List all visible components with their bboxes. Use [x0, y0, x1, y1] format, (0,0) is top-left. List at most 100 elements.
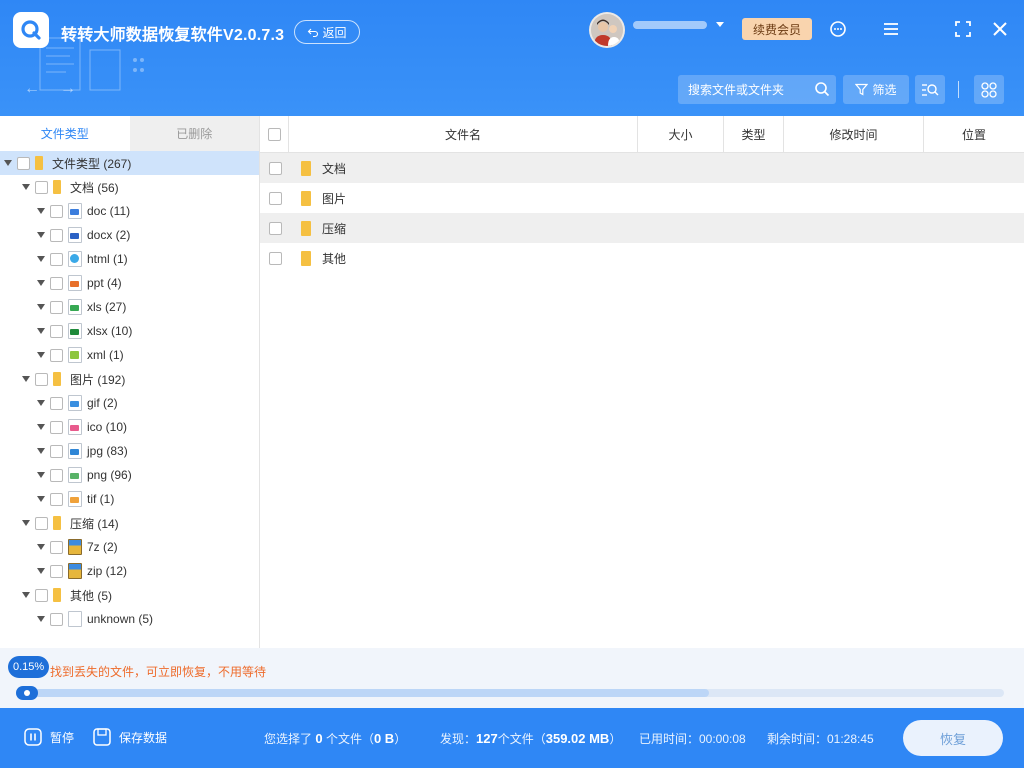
progress-handle[interactable] [16, 686, 38, 700]
tree-node-root[interactable]: 文件类型 (267) [0, 151, 259, 175]
tree-node-gif[interactable]: gif (2) [0, 391, 259, 415]
column-header-size[interactable]: 大小 [638, 116, 724, 153]
grid-view-button[interactable] [974, 75, 1004, 104]
save-data-button[interactable]: 保存数据 [93, 728, 167, 746]
tree-checkbox[interactable] [50, 204, 63, 218]
select-all-checkbox[interactable] [267, 128, 281, 141]
expand-caret-icon[interactable] [37, 496, 45, 502]
tree-node-html[interactable]: html (1) [0, 247, 259, 271]
tree-checkbox[interactable] [50, 276, 63, 290]
tree-node-ppt[interactable]: ppt (4) [0, 271, 259, 295]
expand-caret-icon[interactable] [37, 352, 45, 358]
tif-file-icon [68, 491, 82, 507]
table-row[interactable]: 其他 [260, 243, 1024, 273]
expand-caret-icon[interactable] [37, 208, 45, 214]
save-data-label: 保存数据 [119, 730, 168, 745]
filter-button[interactable]: 筛选 [843, 75, 909, 104]
tree-node-documents[interactable]: 文档 (56) [0, 175, 259, 199]
username-masked[interactable] [633, 21, 707, 29]
tab-file-type[interactable]: 文件类型 [0, 116, 130, 151]
tree-checkbox[interactable] [50, 300, 63, 314]
tree-checkbox[interactable] [50, 252, 63, 266]
tree-checkbox[interactable] [50, 420, 63, 434]
row-checkbox[interactable] [269, 161, 282, 175]
expand-caret-icon[interactable] [37, 304, 45, 310]
tree-node-ico[interactable]: ico (10) [0, 415, 259, 439]
pause-button[interactable]: 暂停 [24, 728, 74, 746]
tree-checkbox[interactable] [50, 540, 63, 554]
expand-caret-icon[interactable] [37, 400, 45, 406]
doc-file-icon [68, 203, 82, 219]
tree-checkbox[interactable] [50, 468, 63, 482]
table-row[interactable]: 压缩 [260, 213, 1024, 243]
tree-node-zip[interactable]: zip (12) [0, 559, 259, 583]
tree-node-jpg[interactable]: jpg (83) [0, 439, 259, 463]
menu-icon[interactable] [880, 18, 902, 40]
column-header-name[interactable]: 文件名 [289, 116, 638, 153]
tree-node-archives[interactable]: 压缩 (14) [0, 511, 259, 535]
expand-caret-icon[interactable] [37, 472, 45, 478]
expand-caret-icon[interactable] [37, 256, 45, 262]
renew-vip-button[interactable]: 续费会员 [742, 18, 812, 40]
tree-checkbox[interactable] [35, 180, 48, 194]
expand-caret-icon[interactable] [37, 280, 45, 286]
tree-checkbox[interactable] [50, 348, 63, 362]
search-input[interactable] [688, 82, 808, 97]
expand-caret-icon[interactable] [22, 592, 30, 598]
support-icon[interactable] [827, 18, 849, 40]
tree-node-doc[interactable]: doc (11) [0, 199, 259, 223]
column-header-type[interactable]: 类型 [724, 116, 784, 153]
tree-node-7z[interactable]: 7z (2) [0, 535, 259, 559]
row-checkbox[interactable] [269, 191, 282, 205]
expand-caret-icon[interactable] [37, 544, 45, 550]
preview-search-button[interactable] [915, 75, 945, 104]
expand-caret-icon[interactable] [37, 448, 45, 454]
avatar[interactable] [589, 12, 625, 48]
tree-node-xml[interactable]: xml (1) [0, 343, 259, 367]
tree-checkbox[interactable] [50, 492, 63, 506]
tab-deleted[interactable]: 已删除 [129, 116, 259, 151]
expand-caret-icon[interactable] [37, 568, 45, 574]
expand-caret-icon[interactable] [22, 520, 30, 526]
expand-caret-icon[interactable] [37, 616, 45, 622]
expand-caret-icon[interactable] [22, 376, 30, 382]
tree-checkbox[interactable] [50, 396, 63, 410]
column-header-location[interactable]: 位置 [924, 116, 1024, 153]
expand-caret-icon[interactable] [37, 328, 45, 334]
tree-node-xls[interactable]: xls (27) [0, 295, 259, 319]
expand-caret-icon[interactable] [22, 184, 30, 190]
tree-checkbox[interactable] [17, 156, 30, 170]
expand-caret-icon[interactable] [37, 232, 45, 238]
tree-node-images[interactable]: 图片 (192) [0, 367, 259, 391]
tree-node-others[interactable]: 其他 (5) [0, 583, 259, 607]
nav-forward-arrow-icon[interactable]: → [60, 80, 76, 98]
tree-node-xlsx[interactable]: xlsx (10) [0, 319, 259, 343]
restore-button[interactable]: 恢复 [903, 720, 1003, 756]
tree-checkbox[interactable] [50, 228, 63, 242]
row-checkbox[interactable] [269, 221, 282, 235]
tree-checkbox[interactable] [35, 372, 48, 386]
tree-node-tif[interactable]: tif (1) [0, 487, 259, 511]
row-checkbox[interactable] [269, 251, 282, 265]
tree-checkbox[interactable] [50, 444, 63, 458]
expand-caret-icon[interactable] [4, 160, 12, 166]
table-row[interactable]: 图片 [260, 183, 1024, 213]
column-header-modified[interactable]: 修改时间 [784, 116, 924, 153]
nav-back-arrow-icon[interactable]: ← [24, 80, 40, 98]
tree-checkbox[interactable] [35, 516, 48, 530]
tree-checkbox[interactable] [35, 588, 48, 602]
expand-caret-icon[interactable] [37, 424, 45, 430]
search-icon[interactable] [814, 81, 830, 97]
scan-progress: 找到丢失的文件，可立即恢复，不用等待 0.15% [0, 648, 1024, 708]
close-icon[interactable] [989, 18, 1011, 40]
maximize-icon[interactable] [952, 18, 974, 40]
table-row[interactable]: 文档 [260, 153, 1024, 183]
back-button[interactable]: 返回 [294, 20, 360, 44]
tree-node-docx[interactable]: docx (2) [0, 223, 259, 247]
user-menu-caret-icon[interactable] [716, 22, 724, 27]
tree-node-unknown[interactable]: unknown (5) [0, 607, 259, 631]
tree-node-png[interactable]: png (96) [0, 463, 259, 487]
tree-checkbox[interactable] [50, 564, 63, 578]
tree-checkbox[interactable] [50, 612, 63, 626]
tree-checkbox[interactable] [50, 324, 63, 338]
